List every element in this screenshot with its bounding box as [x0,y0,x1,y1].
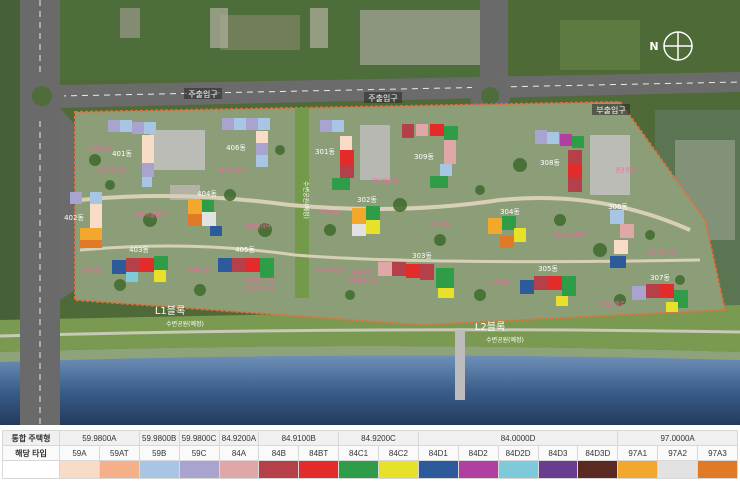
legend-color-swatch [59,460,100,479]
legend-color-swatch [178,460,220,479]
legend-type-cell: 84B [258,445,300,461]
building-label: 404동 [197,190,217,198]
building-label: 402동 [64,214,84,222]
waterfront-park-label-2: 수변공원(예정) [486,336,524,344]
legend-color-swatch [138,460,180,479]
building-label: 302동 [357,196,377,204]
legend-color-row [2,460,738,479]
building-label: 403동 [129,246,149,254]
legend-color-swatch [497,460,539,479]
legend-type-cell: 97A1 [617,445,659,461]
facility-label: 어린이놀이터 [645,248,675,256]
legend-group-cell: 84.0000D [417,430,619,446]
main-entrance-label-2: 주출입구 [368,93,397,103]
site-plan-map: 주출입구 주출입구 부출입구 N L1블록 L2블록 수변공원(예정) 수변공원… [0,0,740,425]
facility-label: 휴게정원 [320,209,340,217]
facility-label: 수변산책로 [599,300,624,308]
building-label: 405동 [235,246,255,254]
legend-color-swatch [218,460,260,479]
facility-label: 휴게정원 [430,220,450,228]
facility-label: 어울림광장 [87,144,112,152]
legend-group-header: 통합 주택형 [2,430,60,446]
legend-type-cell: 84A [218,445,260,461]
legend-color-swatch [258,460,300,479]
facility-label: 주민공동시설 [347,277,377,285]
waterfront-park-label-1: 수변공원(예정) [166,320,204,328]
building-label: 304동 [500,208,520,216]
facility-label: 경관정원 [615,166,635,174]
block-label-l2: L2블록 [475,321,505,333]
legend-type-cell: 59B [138,445,180,461]
facility-label: 주민운동시설 [243,276,273,284]
legend-type-row: 해당 타입 59A 59AT 59B 59C 84A 84B 84BT 84C1 84C2 84D… [2,445,738,461]
site-plan-svg: 주출입구 주출입구 부출입구 N L1블록 L2블록 수변공원(예정) 수변공원… [0,0,740,425]
legend-type-header: 해당 타입 [2,445,60,461]
legend-color-swatch [537,460,579,479]
building-label: 303동 [412,252,432,260]
facility-label: 숲속정원 [82,266,102,274]
legend-type-cell: 84D2 [457,445,499,461]
greenway-label: 수변공원(예정) [302,181,310,219]
legend-group-row: 통합 주택형 59.9800A 59.9800B 59.9800C 84.9200A 8… [2,430,738,446]
legend-type-cell: 84C1 [338,445,379,461]
legend-type-cell: 59AT [98,445,140,461]
facility-label: 행복나눔광장 [555,231,585,239]
legend-color-swatch [577,460,619,479]
block-label-l1: L1블록 [155,305,185,317]
unit-type-legend: 통합 주택형 59.9800A 59.9800B 59.9800C 84.9200A 8… [2,430,738,479]
legend-type-cell: 84D2D [497,445,539,461]
building-label: 401동 [112,150,132,158]
facility-label: 주민공동시설 [243,284,273,292]
legend-group-cell: 84.9200A [218,430,260,446]
building-label: 305동 [538,265,558,273]
legend-group-cell: 97.0000A [617,430,738,446]
main-entrance-label-1: 주출입구 [188,89,217,99]
legend-color-swatch [697,460,738,479]
legend-type-cell: 84D3 [537,445,579,461]
facility-label: 소통마당광장 [215,166,245,174]
legend-type-cell: 84D3D [577,445,619,461]
facility-label: 유아놀이터 [245,222,270,230]
river [0,355,740,425]
building-label: 309동 [414,153,434,161]
legend-color-swatch [98,460,140,479]
legend-color-swatch [417,460,459,479]
building-label: 308동 [540,159,560,167]
legend-color-header [2,460,60,479]
legend-color-swatch [617,460,659,479]
legend-color-swatch [298,460,340,479]
legend-type-cell: 84C2 [378,445,419,461]
legend-type-cell: 97A2 [657,445,698,461]
legend-type-cell: 59A [59,445,100,461]
sub-entrance-label: 부출입구 [596,105,625,115]
facility-label: 어린이놀이터 [95,166,125,174]
legend-group-cell: 59.9800B [138,430,180,446]
facility-label: 문화어울광장 [135,211,165,219]
facility-label: 다목적광장 [187,266,212,274]
north-label: N [649,40,658,53]
legend-group-cell: 59.9800C [178,430,220,446]
legend-color-swatch [378,460,419,479]
building-label: 307동 [650,274,670,282]
legend-type-cell: 59C [178,445,220,461]
facility-label: 산책정원 [490,279,510,287]
legend-group-cell: 59.9800A [59,430,140,446]
legend-group-cell: 84.9100B [258,430,340,446]
legend-type-cell: 84D1 [417,445,459,461]
legend-color-swatch [338,460,379,479]
legend-group-cell: 84.9200C [338,430,419,446]
legend-type-cell: 97A3 [697,445,738,461]
building-label: 406동 [226,144,246,152]
legend-color-swatch [657,460,698,479]
facility-label: 커뮤니티광장 [315,266,345,274]
building-label: 306동 [608,203,628,211]
legend-color-swatch [457,460,499,479]
legend-type-cell: 84BT [298,445,340,461]
facility-label: 만남의광장 [372,177,397,185]
facility-label: 텃밭가든 [352,269,372,277]
building-label: 301동 [315,148,335,156]
